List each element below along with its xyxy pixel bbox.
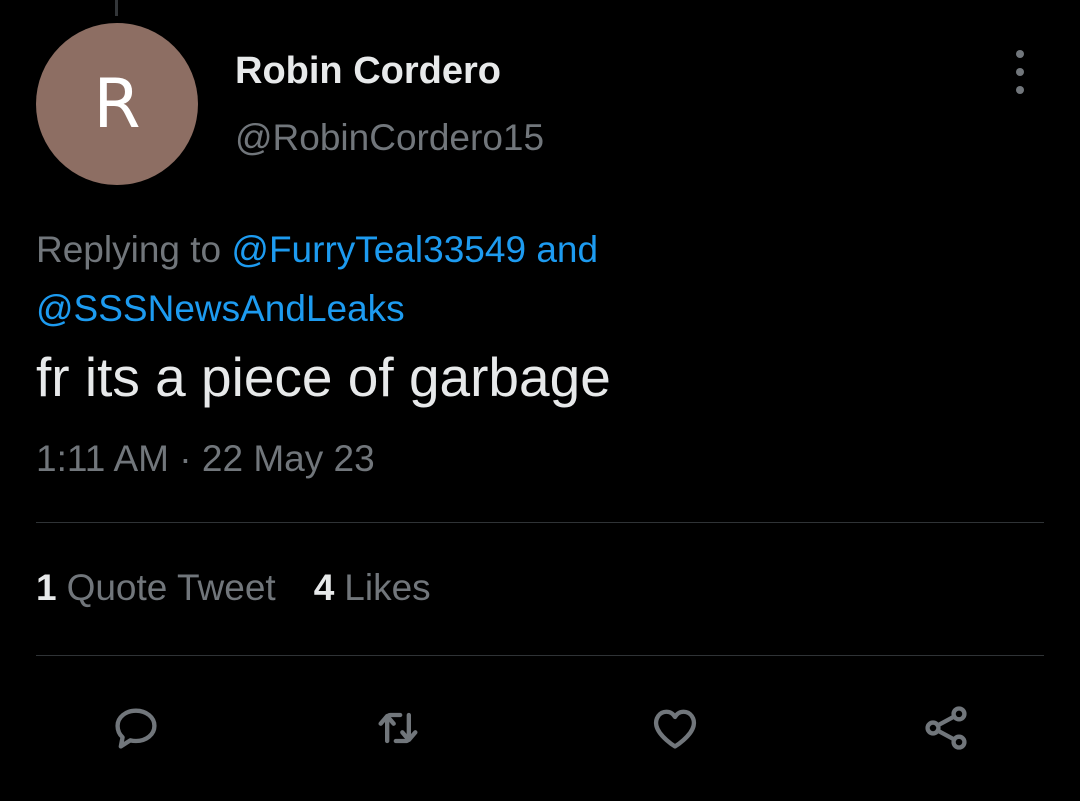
divider-bottom: [36, 655, 1044, 656]
mention-link-furryteal[interactable]: @FurryTeal33549: [231, 229, 526, 270]
thread-connector-line: [115, 0, 118, 16]
author-display-name[interactable]: Robin Cordero: [235, 50, 501, 93]
more-dot: [1016, 86, 1024, 94]
tweet-timestamp[interactable]: 1:11 AM · 22 May 23: [36, 438, 375, 480]
reply-button[interactable]: [108, 700, 164, 756]
retweet-arrows-icon: [378, 712, 418, 744]
avatar-initial: R: [93, 64, 141, 144]
share-button[interactable]: [918, 700, 974, 756]
mention-and-others-link[interactable]: and: [526, 229, 598, 270]
author-handle[interactable]: @RobinCordero15: [235, 117, 544, 159]
likes-stat[interactable]: 4 Likes: [314, 567, 431, 609]
quote-count: 1: [36, 567, 57, 608]
divider-top: [36, 522, 1044, 523]
like-label: Likes: [344, 567, 431, 608]
mention-link-sssnews[interactable]: @SSSNewsAndLeaks: [36, 288, 405, 329]
retweet-button[interactable]: [370, 700, 426, 756]
avatar[interactable]: R: [36, 23, 198, 185]
quote-label: Quote Tweet: [66, 567, 276, 608]
replying-to-line: Replying to @FurryTeal33549 and @SSSNewsA…: [36, 220, 896, 338]
tweet-text: fr its a piece of garbage: [36, 346, 611, 408]
more-dot: [1016, 68, 1024, 76]
heart-icon: [653, 709, 697, 749]
replying-prefix: Replying to: [36, 229, 232, 270]
more-dot: [1016, 50, 1024, 58]
like-count: 4: [313, 567, 335, 608]
share-nodes-icon: [925, 706, 967, 750]
engagement-stats: 1 Quote Tweet 4 Likes: [36, 567, 431, 609]
quote-tweets-stat[interactable]: 1 Quote Tweet: [36, 567, 276, 609]
more-options-icon[interactable]: [1004, 50, 1036, 94]
comment-bubble-icon: [115, 708, 157, 749]
like-button[interactable]: [647, 700, 703, 756]
